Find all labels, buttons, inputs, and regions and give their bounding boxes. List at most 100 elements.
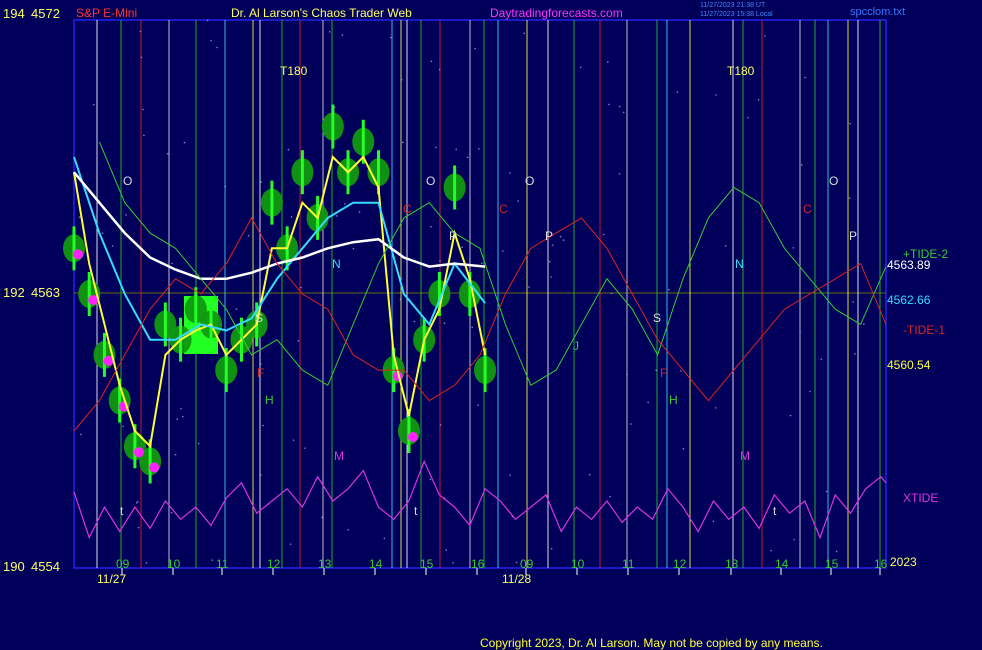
star-dot [848,197,851,199]
x-tick-label: 10 [167,557,181,571]
star-dot [655,369,657,372]
axis-label-top-price: 4572 [31,6,60,21]
star-dot [804,76,806,79]
magenta-dot [407,432,418,442]
star-dot [559,235,562,238]
star-dot [358,211,361,213]
year-label: 2023 [890,555,917,569]
letter-marker: M [334,449,344,463]
star-dot [344,203,346,205]
letter-marker: C [499,202,508,216]
star-dot [341,34,344,36]
star-dot [413,320,416,323]
star-dot [747,116,749,119]
chaos-trader-chart: O O O OC C CPP PN NS SF FH HJM Mt t t 194 4572 S&P E-… [0,0,982,650]
symbol-label: S&P E-Mini [76,6,137,20]
star-dot [93,103,95,106]
star-dot [523,32,526,35]
star-dot [142,108,144,111]
x-tick-label: 16 [874,557,888,571]
letter-marker: P [545,229,553,243]
star-dot [602,233,605,236]
site-title: Dr. Al Larson's Chaos Trader Web [231,6,412,20]
star-dot [287,148,290,151]
star-dot [714,407,717,409]
letter-marker: O [525,174,534,188]
magenta-dot [149,462,160,473]
star-dot [793,538,795,541]
star-dot [466,156,469,159]
star-dot [517,200,520,202]
star-dot [792,246,795,249]
star-dot [292,439,295,441]
x-tick-label: 12 [267,557,281,571]
star-dot [676,91,679,94]
star-dot [304,447,306,449]
x-tick-label: 15 [420,557,434,571]
axis-label-bottom-num: 190 [3,559,25,574]
star-dot [551,244,554,246]
star-dot [712,520,715,523]
star-dot [515,561,518,564]
date-label: 11/27 [97,572,126,586]
star-dot [143,134,145,137]
star-dot [825,490,828,493]
star-dot [443,322,446,325]
star-dot [770,549,772,552]
x-tick-label: 14 [775,557,789,571]
star-dot [300,286,302,289]
letter-marker: O [829,174,838,188]
copyright-text: Copyright 2023, Dr. Al Larson. May not b… [480,636,823,650]
star-dot [182,415,184,418]
star-dot [852,301,854,303]
star-dot [206,19,209,22]
x-tick-label: 13 [725,557,739,571]
star-dot [764,35,766,37]
star-dot [474,47,476,50]
star-dot [399,298,402,301]
letter-marker: F [660,366,667,380]
yellow-value: 4560.54 [887,358,931,372]
star-dot [680,370,682,372]
star-dot [289,543,292,545]
star-dot [471,326,474,329]
t180-label: T180 [727,64,755,78]
star-dot [197,442,200,445]
x-tick-label: 15 [825,557,839,571]
star-dot [667,288,670,291]
star-dot [101,232,104,234]
star-dot [789,414,792,417]
star-dot [550,276,552,278]
x-tick-label: 14 [369,557,383,571]
letter-marker: P [449,229,457,243]
axis-label-mid-price: 4563 [31,285,60,300]
star-dot [176,418,179,421]
letter-marker: M [740,449,750,463]
star-dot [835,550,838,553]
star-dot [849,122,851,125]
t180-label: T180 [280,64,308,78]
star-dot [863,323,865,325]
axis-label-top-num: 194 [3,6,25,21]
star-dot [136,500,139,503]
magenta-dot [133,447,144,458]
star-dot [139,30,142,33]
letter-marker: F [257,366,264,380]
letter-marker: C [403,202,412,216]
star-dot [400,78,403,81]
star-dot [608,103,610,106]
star-dot [477,404,479,406]
star-dot [260,181,262,184]
date-label: 11/28 [502,572,531,586]
star-dot [715,94,717,96]
star-dot [528,286,530,288]
star-dot [630,423,632,425]
star-dot [170,511,173,514]
star-dot [111,245,114,247]
star-dot [430,60,433,63]
star-dot [607,61,609,63]
star-dot [618,173,621,175]
star-dot [618,105,621,108]
star-dot [216,46,218,49]
star-dot [180,407,182,410]
